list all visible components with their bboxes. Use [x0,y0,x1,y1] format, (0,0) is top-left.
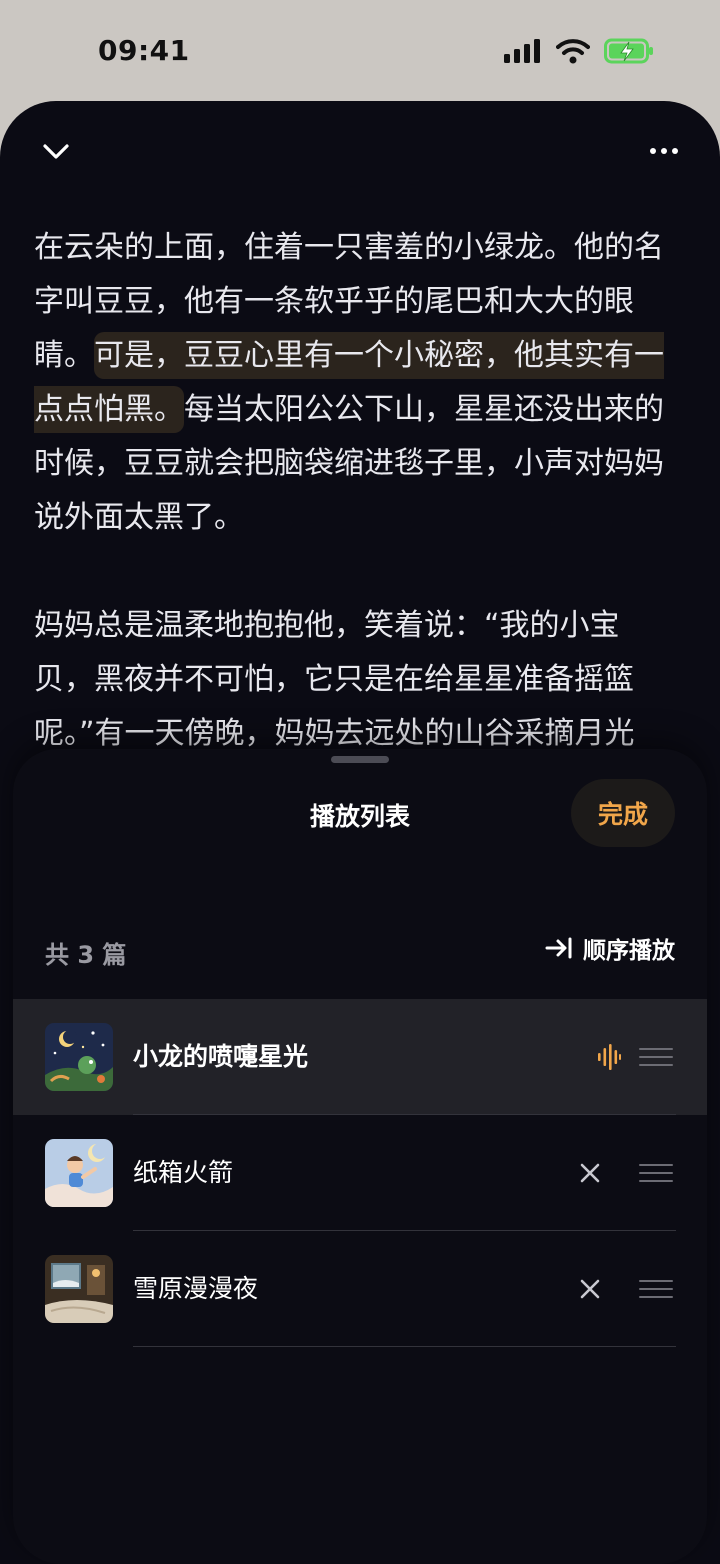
status-time: 09:41 [98,34,190,67]
more-options-icon[interactable] [648,137,680,165]
playlist: 小龙的喷嚏星光 纸箱火箭 雪原漫漫夜 [13,999,707,1347]
sequential-play-icon [545,937,572,959]
cover-thumbnail [45,1023,113,1091]
now-playing-waveform-icon [598,1044,621,1070]
close-icon[interactable] [577,1159,603,1187]
play-order-label: 顺序播放 [583,938,675,964]
sheet-grabber[interactable] [331,756,389,763]
drag-handle-icon[interactable] [639,1161,673,1185]
cellular-signal-icon [504,39,540,63]
done-button[interactable]: 完成 [571,779,675,847]
row-divider [133,1346,676,1347]
playlist-item[interactable]: 雪原漫漫夜 [13,1231,707,1347]
battery-charging-icon [604,38,653,64]
playlist-item-title: 纸箱火箭 [133,1158,234,1187]
reader-toolbar [0,101,720,201]
status-icons [504,38,654,64]
story-paragraph: 在云朵的上面，住着一只害羞的小绿龙。他的名字叫豆豆，他有一条软乎乎的尾巴和大大的… [34,221,674,545]
wifi-icon [556,39,590,64]
playlist-item-current[interactable]: 小龙的喷嚏星光 [13,999,707,1115]
story-text-segment: 妈妈总是温柔地抱抱他，笑着说：“我的小宝贝，黑夜并不可怕，它只是在给星星准备摇篮… [34,608,635,751]
chevron-down-icon[interactable] [40,137,72,165]
play-order-button[interactable]: 顺序播放 [545,931,675,965]
item-count: 共 3 篇 [45,941,127,969]
story-paragraph: 妈妈总是温柔地抱抱他，笑着说：“我的小宝贝，黑夜并不可怕，它只是在给星星准备摇篮… [34,599,674,761]
cover-thumbnail [45,1139,113,1207]
cover-thumbnail [45,1255,113,1323]
playlist-item-title: 小龙的喷嚏星光 [133,1042,309,1071]
story-text: 在云朵的上面，住着一只害羞的小绿龙。他的名字叫豆豆，他有一条软乎乎的尾巴和大大的… [34,221,674,815]
drag-handle-icon[interactable] [639,1045,673,1069]
drag-handle-icon[interactable] [639,1277,673,1301]
playlist-item-title: 雪原漫漫夜 [133,1274,259,1303]
playlist-item[interactable]: 纸箱火箭 [13,1115,707,1231]
status-bar: 09:41 [0,0,720,100]
playlist-sheet: 播放列表 完成 共 3 篇 顺序播放 小龙的喷嚏星光 纸箱火箭 雪原漫漫夜 [13,749,707,1564]
close-icon[interactable] [577,1275,603,1303]
